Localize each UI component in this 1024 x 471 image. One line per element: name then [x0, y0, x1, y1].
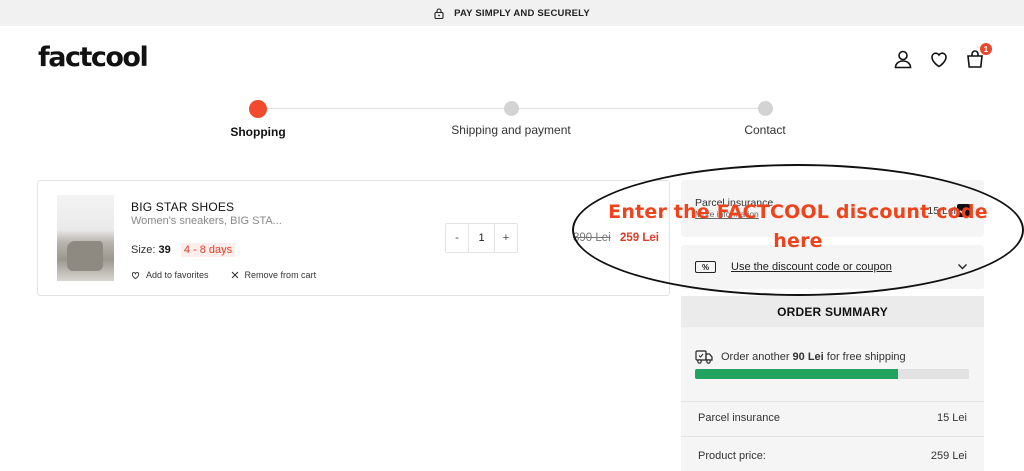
lock-icon — [434, 7, 444, 19]
divider — [681, 436, 984, 437]
summary-row-label: Parcel insurance — [698, 412, 780, 424]
step-shopping[interactable]: Shopping — [178, 100, 338, 139]
product-image[interactable] — [57, 195, 114, 281]
percent-tag-icon: % — [695, 261, 716, 273]
product-description: Women's sneakers, BIG STA... — [131, 215, 282, 227]
product-name[interactable]: BIG STAR SHOES — [131, 200, 234, 214]
size-label: Size: — [131, 244, 156, 256]
step-label: Contact — [744, 123, 786, 137]
item-actions: Add to favorites Remove from cart — [131, 270, 316, 280]
top-banner: PAY SIMPLY AND SECURELY — [0, 0, 1024, 26]
step-dot-active — [249, 100, 267, 118]
add-to-favorites-button[interactable]: Add to favorites — [131, 270, 209, 280]
product-size: Size: 39 4 - 8 days — [131, 243, 236, 257]
annotation-text: Enter the FACTCOOL discount code here — [608, 201, 988, 252]
cart-item-card: BIG STAR SHOES Women's sneakers, BIG STA… — [37, 180, 670, 296]
summary-row: Parcel insurance 15 Lei — [698, 412, 967, 424]
step-contact[interactable]: Contact — [685, 100, 845, 137]
progress-fill — [695, 369, 898, 379]
free-shipping-progress — [695, 369, 969, 379]
divider — [681, 401, 984, 402]
delivery-time-badge: 4 - 8 days — [180, 243, 236, 257]
step-dot — [757, 101, 773, 116]
site-logo[interactable]: factcool — [38, 42, 149, 73]
quantity-input[interactable]: 1 — [468, 224, 495, 252]
remove-from-cart-label: Remove from cart — [244, 270, 317, 280]
header-icons: 1 — [892, 43, 992, 70]
size-value: 39 — [158, 244, 171, 256]
delivery-truck-icon — [695, 350, 713, 364]
step-dot — [503, 101, 519, 116]
bag-icon[interactable]: 1 — [964, 43, 992, 70]
remove-from-cart-button[interactable]: Remove from cart — [231, 270, 317, 280]
summary-row-label: Product price: — [698, 450, 766, 462]
summary-row-value: 15 Lei — [937, 412, 967, 424]
heart-icon — [131, 271, 140, 279]
chevron-down-icon — [958, 264, 967, 270]
close-icon — [231, 271, 238, 279]
add-to-favorites-label: Add to favorites — [146, 270, 209, 280]
step-shipping[interactable]: Shipping and payment — [431, 100, 591, 137]
cart-count-badge: 1 — [980, 43, 992, 55]
quantity-stepper: - 1 + — [445, 223, 518, 253]
order-summary-title: ORDER SUMMARY — [681, 296, 984, 327]
quantity-decrease-button[interactable]: - — [446, 224, 468, 252]
top-banner-text: PAY SIMPLY AND SECURELY — [454, 7, 590, 19]
heart-icon[interactable] — [928, 48, 950, 70]
free-shipping-text: Order another 90 Lei for free shipping — [721, 351, 906, 363]
user-icon[interactable] — [892, 48, 914, 70]
order-summary: ORDER SUMMARY Order another 90 Lei for f… — [681, 296, 984, 471]
summary-row: Product price: 259 Lei — [698, 450, 967, 462]
quantity-increase-button[interactable]: + — [495, 224, 517, 252]
discount-code-link[interactable]: Use the discount code or coupon — [731, 261, 892, 273]
step-label: Shopping — [230, 125, 286, 139]
free-shipping-info: Order another 90 Lei for free shipping — [695, 349, 906, 365]
step-label: Shipping and payment — [451, 123, 571, 137]
summary-row-value: 259 Lei — [930, 450, 967, 462]
checkout-steps: Shopping Shipping and payment Contact — [230, 100, 786, 140]
